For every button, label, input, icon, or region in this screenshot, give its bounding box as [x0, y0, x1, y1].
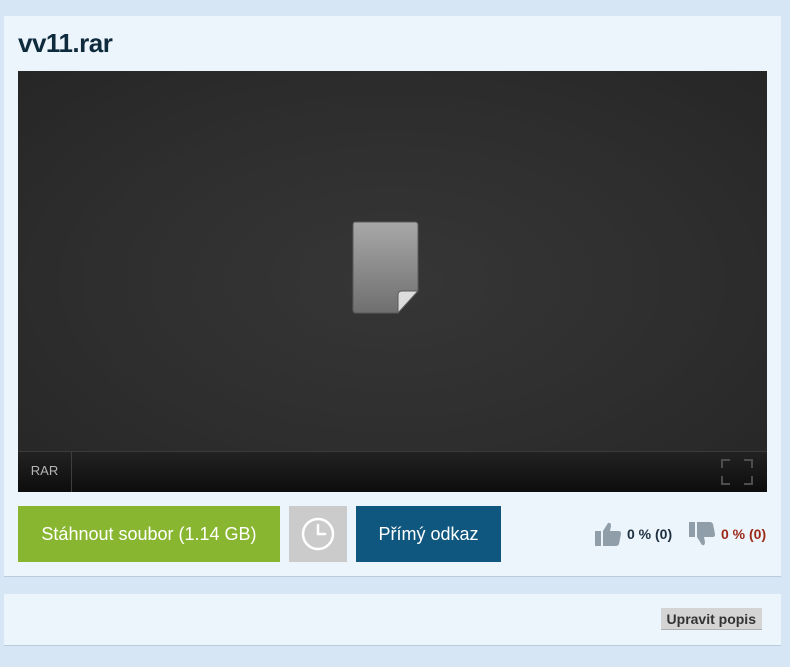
- thumbs-up-icon: [595, 522, 621, 546]
- file-type-label: RAR: [18, 452, 72, 492]
- download-button[interactable]: Stáhnout soubor (1.14 GB): [18, 506, 280, 562]
- download-later-button[interactable]: [289, 506, 347, 562]
- dislike-count: 0 % (0): [721, 526, 767, 542]
- file-panel: vv11.rar RAR Stáhnout soubor (1.14 GB) P…: [4, 16, 781, 577]
- fullscreen-icon[interactable]: [721, 459, 753, 485]
- like-button[interactable]: 0 % (0): [594, 516, 672, 552]
- direct-link-button[interactable]: Přímý odkaz: [356, 506, 501, 562]
- clock-icon: [301, 517, 335, 551]
- file-icon: [352, 221, 420, 315]
- like-count: 0 % (0): [627, 526, 673, 542]
- preview-toolbar: RAR: [18, 451, 767, 492]
- file-title: vv11.rar: [18, 28, 113, 58]
- dislike-button[interactable]: 0 % (0): [688, 516, 766, 552]
- description-panel: Upravit popis: [4, 594, 781, 646]
- edit-description-button[interactable]: Upravit popis: [660, 608, 762, 630]
- file-preview[interactable]: RAR: [18, 71, 767, 492]
- thumbs-down-icon: [689, 522, 715, 546]
